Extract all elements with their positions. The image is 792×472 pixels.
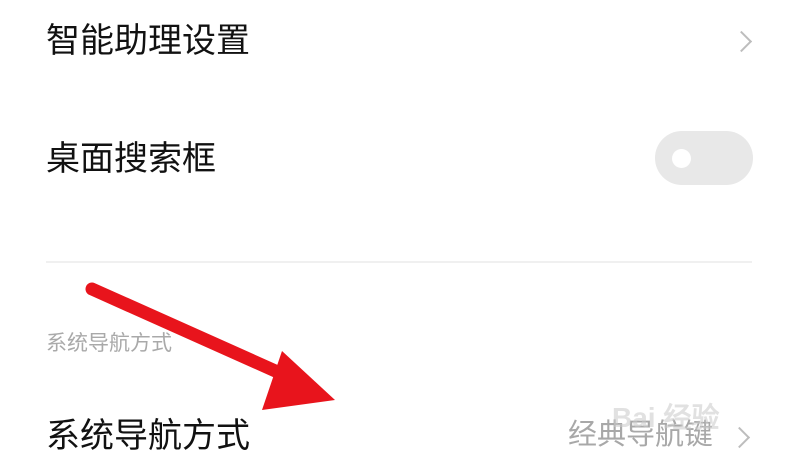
annotation-arrow (85, 282, 335, 410)
